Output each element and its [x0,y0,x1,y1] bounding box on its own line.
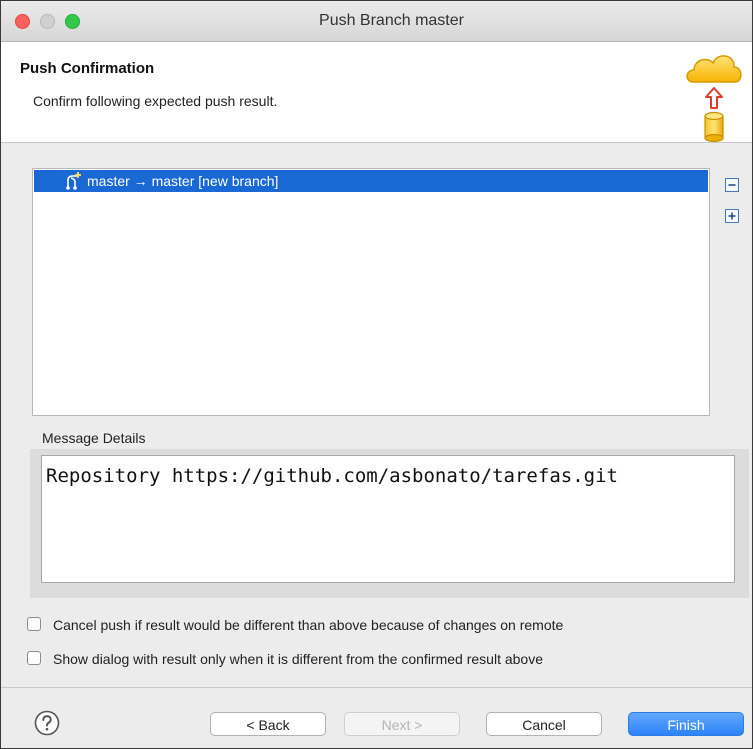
message-details-text[interactable]: Repository https://github.com/asbonato/t… [41,455,735,583]
show-only-when-different-checkbox[interactable] [27,651,41,665]
collapse-all-icon[interactable] [724,177,740,193]
list-item-label: master → master [new branch] [87,173,279,189]
list-item[interactable]: master → master [new branch] [34,170,708,192]
next-button[interactable]: Next > [344,712,460,736]
cancel-if-different-label: Cancel push if result would be different… [53,617,564,633]
title-bar[interactable]: Push Branch master [1,1,752,42]
push-branch-dialog: Push Branch master Push Confirmation Con… [0,0,753,749]
branch-icon [66,172,81,190]
show-only-when-different-label: Show dialog with result only when it is … [53,651,543,667]
expand-all-icon[interactable] [724,208,740,224]
help-icon[interactable] [34,710,60,736]
wizard-header: Push Confirmation Confirm following expe… [1,42,752,143]
button-bar-divider [1,687,752,688]
finish-button[interactable]: Finish [628,712,744,736]
cloud-push-icon [686,55,742,142]
push-result-list[interactable]: master → master [new branch] [32,168,710,416]
message-details-label: Message Details [42,430,146,446]
cancel-if-different-checkbox[interactable] [27,617,41,631]
page-description: Confirm following expected push result. [33,93,278,109]
cancel-button[interactable]: Cancel [486,712,602,736]
page-title: Push Confirmation [20,60,155,77]
back-button[interactable]: < Back [210,712,326,736]
window-title: Push Branch master [319,12,464,29]
